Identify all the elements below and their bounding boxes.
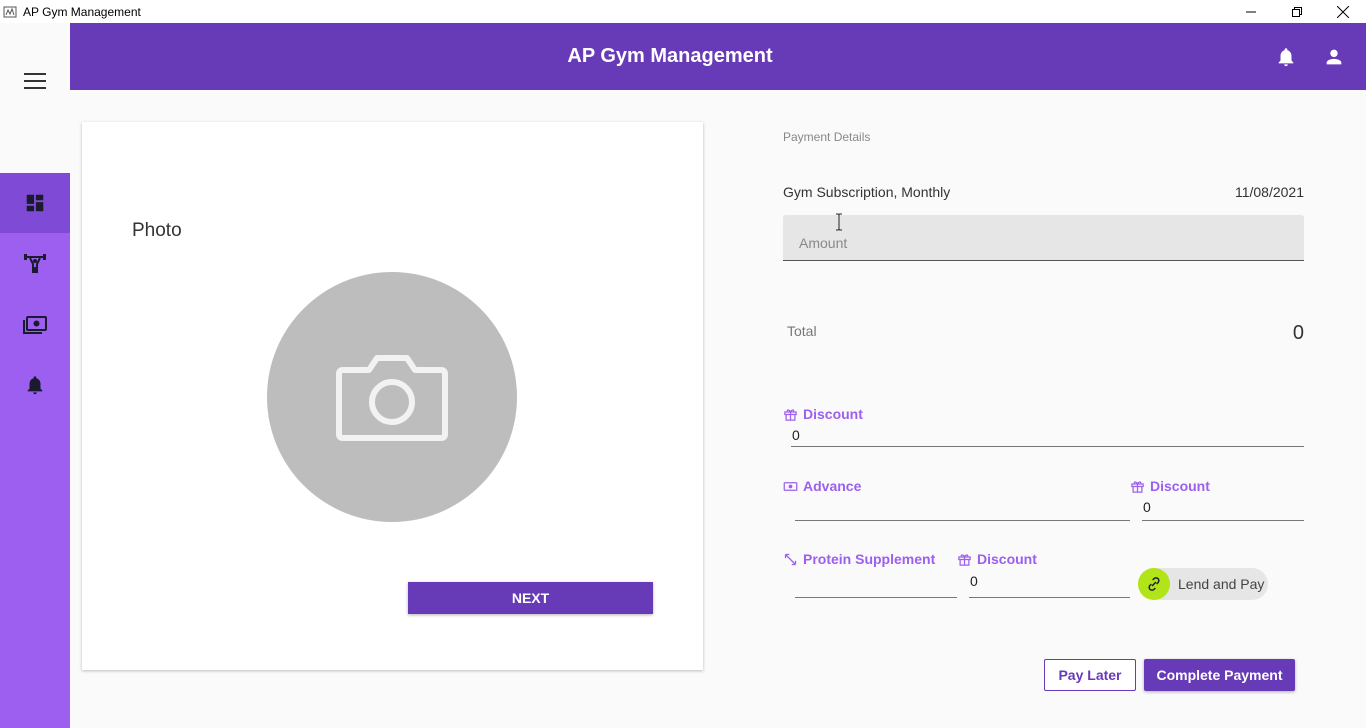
rail-top — [0, 23, 70, 173]
advance-field[interactable]: Advance — [783, 477, 1130, 521]
notifications-button[interactable] — [1273, 44, 1299, 70]
restore-button[interactable] — [1274, 0, 1320, 23]
photo-placeholder[interactable] — [267, 272, 517, 522]
advance-discount-value[interactable]: 0 — [1143, 499, 1151, 515]
protein-label-row: Protein Supplement — [783, 550, 957, 568]
protein-field[interactable]: Protein Supplement — [783, 550, 957, 599]
protein-discount-field[interactable]: Discount 0 — [957, 550, 1130, 599]
protein-discount-label-row: Discount — [957, 550, 1130, 568]
minimize-button[interactable] — [1228, 0, 1274, 23]
link-icon — [1148, 577, 1160, 591]
close-icon — [1337, 5, 1349, 18]
advance-label: Advance — [803, 478, 862, 494]
discount-underline — [791, 446, 1304, 447]
gift-icon — [958, 553, 971, 566]
lend-and-pay-button[interactable]: Lend and Pay — [1138, 568, 1268, 600]
next-button[interactable]: NEXT — [408, 582, 653, 614]
weightlifter-icon — [24, 254, 46, 273]
discount-label: Discount — [803, 406, 863, 422]
camera-icon — [336, 355, 448, 441]
advance-discount-label: Discount — [1150, 478, 1210, 494]
complete-payment-button[interactable]: Complete Payment — [1144, 659, 1295, 691]
sidebar — [0, 173, 70, 728]
text-cursor-icon — [836, 213, 842, 231]
photo-label: Photo — [132, 220, 182, 241]
pay-later-button[interactable]: Pay Later — [1044, 659, 1136, 691]
restore-icon — [1292, 6, 1302, 17]
minimize-icon — [1246, 11, 1256, 12]
total-value: 0 — [1292, 322, 1304, 344]
close-button[interactable] — [1320, 0, 1366, 23]
amount-field[interactable] — [783, 215, 1304, 261]
advance-discount-underline — [1142, 520, 1304, 521]
protein-underline — [795, 597, 957, 598]
lend-icon-circle — [1138, 568, 1170, 600]
window-title: AP Gym Management — [23, 4, 141, 19]
bell-icon — [1278, 48, 1294, 67]
total-label: Total — [787, 323, 817, 339]
photo-card: Photo NEXT — [82, 122, 703, 670]
amount-input[interactable] — [799, 235, 1279, 251]
account-button[interactable] — [1321, 44, 1347, 70]
advance-label-row: Advance — [783, 477, 1130, 495]
dashboard-icon — [26, 194, 44, 212]
resize-arrows-icon — [784, 553, 797, 565]
money-icon — [23, 316, 47, 334]
window-controls — [1228, 0, 1366, 23]
user-icon — [1326, 49, 1342, 65]
advance-underline — [795, 520, 1130, 521]
app-header: AP Gym Management — [70, 23, 1366, 90]
discount-field[interactable]: Discount 0 — [783, 405, 1304, 447]
payment-title: Payment Details — [783, 130, 871, 144]
sidebar-item-dashboard[interactable] — [0, 173, 70, 233]
protein-label: Protein Supplement — [803, 551, 936, 567]
gift-icon — [784, 408, 797, 421]
sidebar-item-notifications[interactable] — [0, 355, 70, 415]
protein-discount-label: Discount — [977, 551, 1037, 567]
sidebar-item-workouts[interactable] — [0, 233, 70, 293]
sidebar-item-payments[interactable] — [0, 295, 70, 355]
menu-icon[interactable] — [24, 73, 46, 89]
subscription-name: Gym Subscription, Monthly — [783, 184, 951, 200]
advance-discount-label-row: Discount — [1130, 477, 1304, 495]
app-icon — [3, 5, 17, 19]
protein-discount-underline — [969, 597, 1130, 598]
gift-icon — [1131, 480, 1144, 493]
discount-label-row: Discount — [783, 405, 1304, 423]
bell-icon — [27, 376, 43, 395]
window-titlebar: AP Gym Management — [0, 0, 1366, 23]
advance-discount-field[interactable]: Discount 0 — [1130, 477, 1304, 521]
subscription-date: 11/08/2021 — [1234, 184, 1304, 200]
lend-and-pay-label: Lend and Pay — [1178, 576, 1265, 592]
protein-discount-value[interactable]: 0 — [970, 573, 978, 589]
money-icon — [783, 481, 798, 491]
discount-value[interactable]: 0 — [792, 427, 800, 443]
page-title: AP Gym Management — [567, 45, 773, 67]
